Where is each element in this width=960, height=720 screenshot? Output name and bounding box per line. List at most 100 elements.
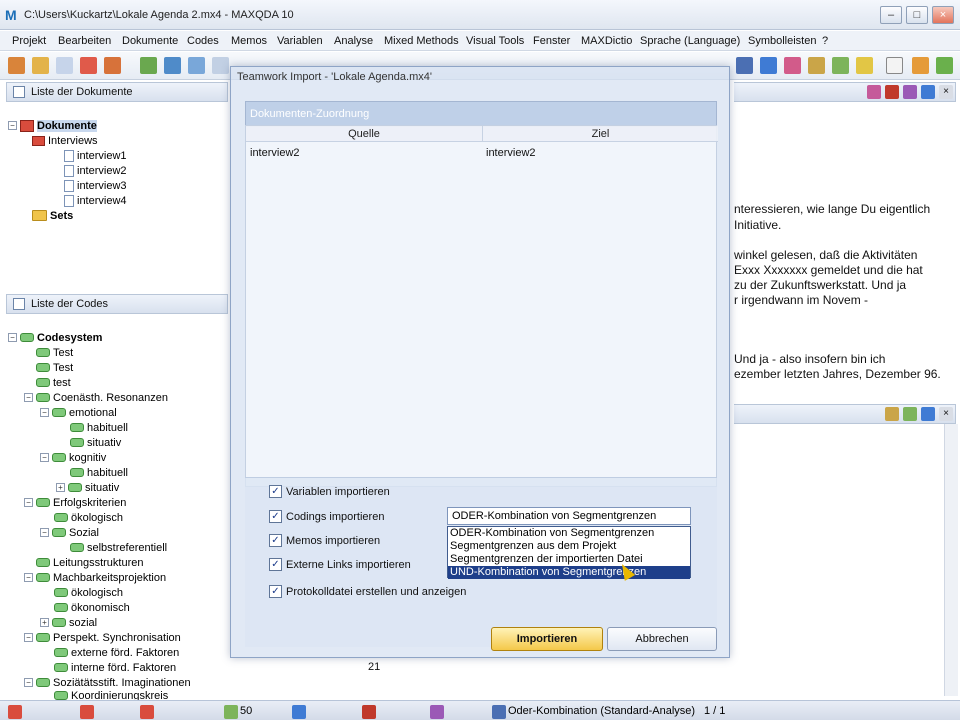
tree-item-code[interactable]: Test	[36, 345, 73, 360]
source-document-cell[interactable]: interview2	[250, 144, 300, 162]
save-icon[interactable]	[56, 57, 73, 74]
tree-item-doc[interactable]: interview1	[64, 148, 127, 163]
search-tool-icon[interactable]	[921, 407, 935, 421]
tree-item-code[interactable]: ökologisch	[54, 510, 123, 525]
tree-item-sets[interactable]: Sets	[32, 208, 73, 223]
menu-fenster[interactable]: Fenster	[533, 35, 570, 47]
menu-mixed-methods[interactable]: Mixed Methods	[384, 35, 459, 47]
collapse-toggle[interactable]: −	[24, 678, 33, 687]
filter-icon[interactable]	[885, 407, 899, 421]
collapse-toggle[interactable]: −	[8, 121, 17, 130]
highlight-icon[interactable]	[856, 57, 873, 74]
tree-item-code[interactable]: externe förd. Faktoren	[54, 645, 179, 660]
tree-item-code[interactable]: habituell	[70, 465, 128, 480]
menu-codes[interactable]: Codes	[187, 35, 219, 47]
tree-item-code[interactable]: ökologisch	[54, 585, 123, 600]
tree-item-codesystem[interactable]: − Codesystem	[8, 330, 102, 345]
new-project-icon[interactable]	[8, 57, 25, 74]
edit-icon[interactable]	[886, 57, 903, 74]
tree-item-code[interactable]: situativ	[70, 435, 121, 450]
memo-icon[interactable]	[784, 57, 801, 74]
checkbox-box[interactable]: ✓	[269, 585, 282, 598]
collapse-toggle[interactable]: −	[24, 633, 33, 642]
close-window-button[interactable]: ×	[932, 6, 954, 24]
menu-help[interactable]: ?	[822, 35, 828, 47]
close-panel-icon[interactable]: ×	[939, 407, 953, 421]
checkbox-box[interactable]: ✓	[269, 534, 282, 547]
target-document-cell[interactable]: interview2	[486, 144, 536, 162]
tree-item-code[interactable]: − Erfolgskriterien	[24, 495, 126, 510]
collapse-toggle[interactable]: −	[24, 393, 33, 402]
collapse-toggle[interactable]: −	[40, 408, 49, 417]
tree-item-code[interactable]: − Machbarkeitsprojektion	[24, 570, 166, 585]
menu-dokumente[interactable]: Dokumente	[122, 35, 178, 47]
pin-icon[interactable]	[912, 57, 929, 74]
mixed-icon[interactable]	[832, 57, 849, 74]
menu-analyse[interactable]: Analyse	[334, 35, 373, 47]
open-project-icon[interactable]	[32, 57, 49, 74]
variables-checkbox[interactable]: ✓ Variablen importieren	[269, 485, 390, 498]
next-icon[interactable]	[936, 57, 953, 74]
table-icon[interactable]	[212, 57, 229, 74]
dropdown-option[interactable]: Segmentgrenzen aus dem Projekt	[448, 540, 690, 553]
tree-item-group[interactable]: Interviews	[32, 133, 98, 148]
menu-maxdictio[interactable]: MAXDictio	[581, 35, 632, 47]
tree-item-code[interactable]: + sozial	[40, 615, 97, 630]
import-button[interactable]: Importieren	[491, 627, 603, 651]
dropdown-option[interactable]: Segmentgrenzen der importierten Datei	[448, 553, 690, 566]
tree-item-code[interactable]: + situativ	[56, 480, 119, 495]
tree-item-code[interactable]: − kognitiv	[40, 450, 106, 465]
menu-symbolleisten[interactable]: Symbolleisten	[748, 35, 816, 47]
collapse-toggle[interactable]: −	[24, 573, 33, 582]
sigma-icon[interactable]	[736, 57, 753, 74]
tree-item-doc[interactable]: interview3	[64, 178, 127, 193]
tree-item-code[interactable]: Test	[36, 360, 73, 375]
tree-item-code[interactable]: − Sozial	[40, 525, 99, 540]
checkbox-box[interactable]: ✓	[269, 510, 282, 523]
protocol-checkbox[interactable]: ✓ Protokolldatei erstellen und anzeigen	[269, 585, 466, 598]
menu-memos[interactable]: Memos	[231, 35, 267, 47]
tree-item-code[interactable]: interne förd. Faktoren	[54, 660, 176, 675]
collapse-toggle[interactable]: −	[8, 333, 17, 342]
tree-item-code[interactable]: − Perspekt. Synchronisation	[24, 630, 181, 645]
close-panel-icon[interactable]: ×	[939, 85, 953, 99]
checkbox-box[interactable]: ✓	[269, 485, 282, 498]
segment-combination-select[interactable]: ODER-Kombination von Segmentgrenzen	[447, 507, 691, 525]
links-checkbox[interactable]: ✓ Externe Links importieren	[269, 558, 411, 571]
search-tool-icon[interactable]	[921, 85, 935, 99]
tree-item-code[interactable]: − emotional	[40, 405, 117, 420]
tree-item-code[interactable]: Leitungsstrukturen	[36, 555, 144, 570]
import-icon[interactable]	[80, 57, 97, 74]
collapse-toggle[interactable]: −	[40, 528, 49, 537]
collapse-toggle[interactable]: −	[40, 453, 49, 462]
tree-item-code[interactable]: ökonomisch	[54, 600, 130, 615]
minimize-button[interactable]: –	[880, 6, 902, 24]
tree-item-code[interactable]: selbstreferentiell	[70, 540, 167, 555]
expand-toggle[interactable]: +	[56, 483, 65, 492]
tree-item-documents-root[interactable]: − Dokumente	[8, 118, 97, 133]
expand-toggle[interactable]: +	[40, 618, 49, 627]
checkbox-box[interactable]: ✓	[269, 558, 282, 571]
menu-sprache[interactable]: Sprache (Language)	[640, 35, 740, 47]
export-tool-icon[interactable]	[885, 85, 899, 99]
maximize-button[interactable]: □	[906, 6, 928, 24]
export-icon[interactable]	[104, 57, 121, 74]
search-tool-icon[interactable]	[760, 57, 777, 74]
retrieve-icon[interactable]	[188, 57, 205, 74]
tree-item-code[interactable]: test	[36, 375, 71, 390]
codings-checkbox[interactable]: ✓ Codings importieren	[269, 510, 384, 523]
menu-bearbeiten[interactable]: Bearbeiten	[58, 35, 111, 47]
dropdown-option-selected[interactable]: UND-Kombination von Segmentgrenzen	[448, 566, 690, 579]
print-tool-icon[interactable]	[903, 85, 917, 99]
menu-projekt[interactable]: Projekt	[12, 35, 46, 47]
menu-variablen[interactable]: Variablen	[277, 35, 323, 47]
dropdown-option[interactable]: ODER-Kombination von Segmentgrenzen	[448, 527, 690, 540]
tree-item-doc[interactable]: interview4	[64, 193, 127, 208]
link-icon[interactable]	[164, 57, 181, 74]
tree-item-code[interactable]: habituell	[70, 420, 128, 435]
tree-item-code[interactable]: − Coenästh. Resonanzen	[24, 390, 168, 405]
cancel-button[interactable]: Abbrechen	[607, 627, 717, 651]
collapse-toggle[interactable]: −	[24, 498, 33, 507]
vertical-scrollbar[interactable]	[944, 424, 958, 696]
code-icon[interactable]	[140, 57, 157, 74]
